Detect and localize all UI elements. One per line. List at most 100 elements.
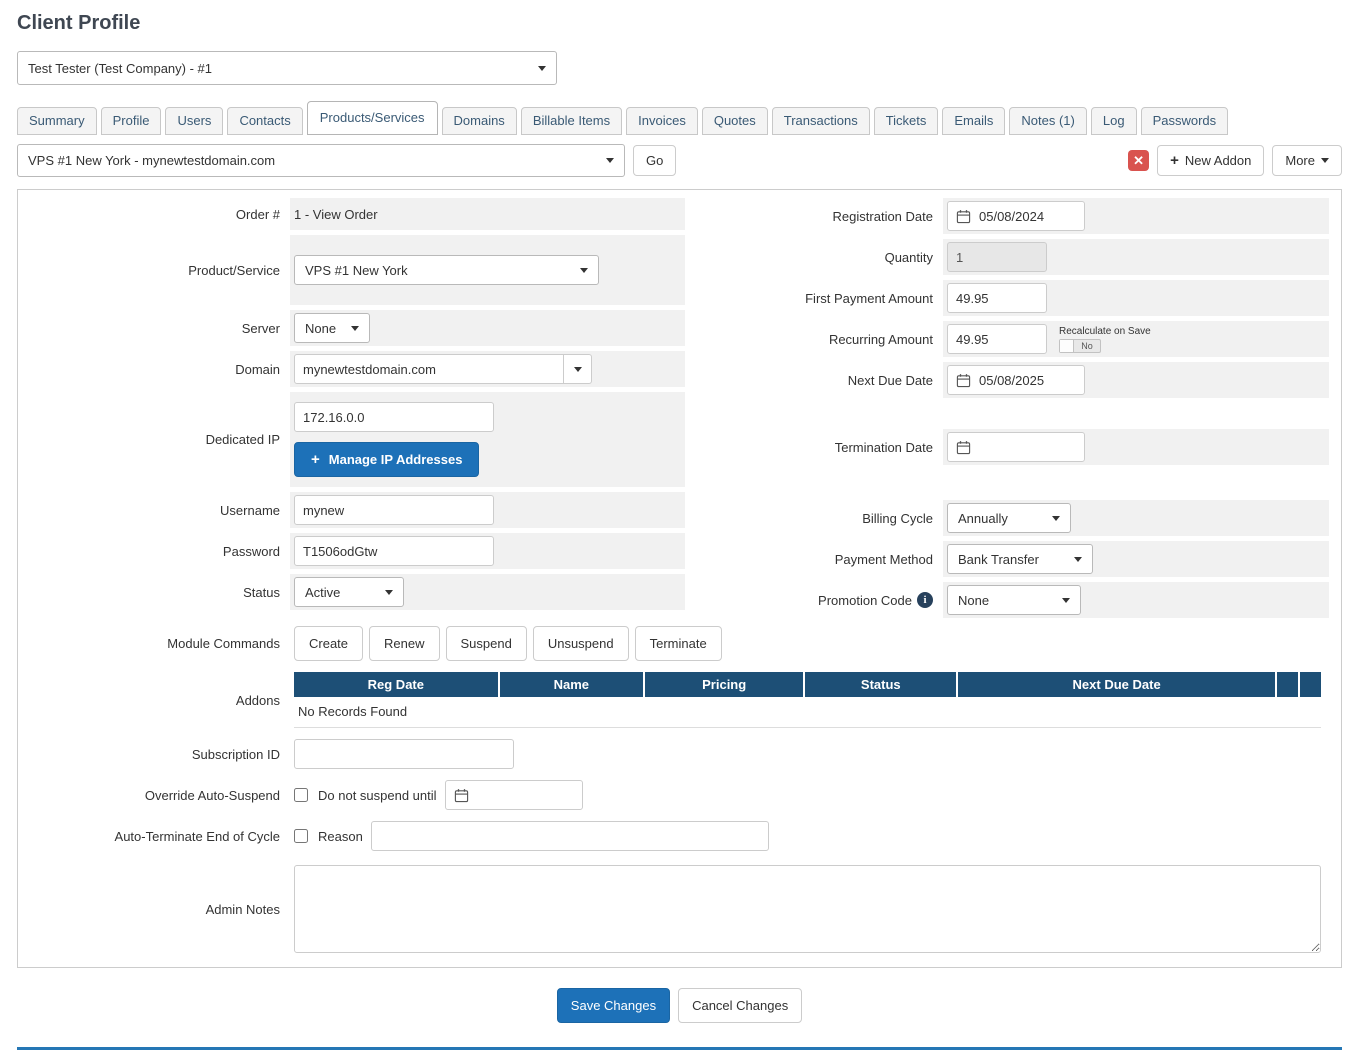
subscription-id-row: Subscription ID (30, 736, 1329, 772)
module-commands-label: Module Commands (30, 623, 290, 664)
form-actions: Save Changes Cancel Changes (17, 968, 1342, 1045)
details-left-column: Order # 1 - View Order Product/Service V… (30, 198, 685, 615)
domain-dropdown-button[interactable] (564, 354, 592, 384)
client-select[interactable]: Test Tester (Test Company) - #1 (17, 51, 557, 85)
tab-transactions[interactable]: Transactions (772, 107, 870, 135)
recalculate-on-save: Recalculate on Save No (1059, 326, 1151, 353)
billing-cycle-label: Billing Cycle (685, 500, 943, 536)
chevron-down-icon (1052, 516, 1060, 521)
subscription-id-label: Subscription ID (30, 736, 290, 772)
addons-row: Addons Reg Date Name Pricing Status Next… (30, 669, 1329, 731)
order-value-link[interactable]: 1 - View Order (294, 207, 378, 222)
manage-ip-label: Manage IP Addresses (329, 452, 463, 467)
tab-tickets[interactable]: Tickets (874, 107, 939, 135)
username-field (290, 492, 685, 528)
domain-input[interactable] (294, 354, 564, 384)
recurring-amount-label: Recurring Amount (685, 321, 943, 357)
admin-notes-field (290, 862, 1329, 956)
service-select[interactable]: VPS #1 New York - mynewtestdomain.com (17, 144, 625, 177)
server-field: None (290, 310, 685, 346)
status-row: Status Active (30, 574, 685, 610)
password-row: Password (30, 533, 685, 569)
order-label: Order # (30, 198, 290, 230)
billing-cycle-value: Annually (958, 511, 1008, 526)
tab-quotes[interactable]: Quotes (702, 107, 768, 135)
product-service-select[interactable]: VPS #1 New York (294, 255, 599, 285)
admin-notes-row: Admin Notes (30, 862, 1329, 956)
override-auto-suspend-row: Override Auto-Suspend Do not suspend unt… (30, 777, 1329, 813)
tab-contacts[interactable]: Contacts (227, 107, 302, 135)
status-select[interactable]: Active (294, 577, 404, 607)
first-payment-amount-input[interactable] (947, 283, 1047, 313)
addons-header-pricing[interactable]: Pricing (645, 672, 803, 697)
server-value: None (305, 321, 336, 336)
first-payment-amount-row: First Payment Amount (685, 280, 1329, 316)
tab-notes[interactable]: Notes (1) (1009, 107, 1086, 135)
go-button[interactable]: Go (633, 145, 676, 176)
addons-header-reg-date[interactable]: Reg Date (294, 672, 498, 697)
suspend-until-date-input[interactable] (445, 780, 583, 810)
payment-method-select[interactable]: Bank Transfer (947, 544, 1093, 574)
tab-products-services[interactable]: Products/Services (307, 101, 438, 135)
billing-cycle-row: Billing Cycle Annually (685, 500, 1329, 536)
recalculate-toggle[interactable]: No (1059, 339, 1101, 353)
delete-service-icon[interactable]: ✕ (1128, 150, 1149, 171)
more-button[interactable]: More (1272, 145, 1342, 176)
tab-invoices[interactable]: Invoices (626, 107, 698, 135)
addons-header-name[interactable]: Name (500, 672, 643, 697)
tab-log[interactable]: Log (1091, 107, 1137, 135)
manage-ip-addresses-button[interactable]: + Manage IP Addresses (294, 442, 479, 477)
tab-passwords[interactable]: Passwords (1141, 107, 1229, 135)
auto-terminate-reason-input[interactable] (371, 821, 769, 851)
module-create-button[interactable]: Create (294, 626, 363, 661)
auto-terminate-checkbox[interactable] (294, 829, 308, 843)
addons-header-next-due-date[interactable]: Next Due Date (958, 672, 1275, 697)
addons-header-status[interactable]: Status (805, 672, 956, 697)
new-addon-button[interactable]: + New Addon (1157, 145, 1264, 176)
product-service-row: Product/Service VPS #1 New York (30, 235, 685, 305)
tab-profile[interactable]: Profile (101, 107, 162, 135)
spacer (685, 470, 1329, 500)
promotion-code-select[interactable]: None (947, 585, 1081, 615)
cancel-changes-button[interactable]: Cancel Changes (678, 988, 802, 1023)
tab-summary[interactable]: Summary (17, 107, 97, 135)
tab-emails[interactable]: Emails (942, 107, 1005, 135)
module-suspend-button[interactable]: Suspend (446, 626, 527, 661)
next-due-date-input[interactable]: 05/08/2025 (947, 365, 1085, 395)
addons-field: Reg Date Name Pricing Status Next Due Da… (290, 669, 1329, 731)
addons-empty-message: No Records Found (294, 697, 1321, 728)
dedicated-ip-label: Dedicated IP (30, 392, 290, 487)
module-commands-field: Create Renew Suspend Unsuspend Terminate (290, 623, 1329, 664)
promotion-code-label: Promotion Code i (685, 582, 943, 618)
dedicated-ip-input[interactable] (294, 402, 494, 432)
tab-users[interactable]: Users (165, 107, 223, 135)
module-unsuspend-button[interactable]: Unsuspend (533, 626, 629, 661)
calendar-icon (956, 373, 971, 388)
admin-notes-textarea[interactable] (294, 865, 1321, 953)
registration-date-input[interactable]: 05/08/2024 (947, 201, 1085, 231)
status-value: Active (305, 585, 340, 600)
tab-billable-items[interactable]: Billable Items (521, 107, 622, 135)
module-terminate-button[interactable]: Terminate (635, 626, 722, 661)
quantity-input[interactable] (947, 242, 1047, 272)
info-icon[interactable]: i (917, 592, 933, 608)
client-profile-page: Client Profile Test Tester (Test Company… (0, 0, 1359, 1050)
password-input[interactable] (294, 536, 494, 566)
subscription-id-input[interactable] (294, 739, 514, 769)
next-due-date-field: 05/08/2025 (943, 362, 1329, 398)
quantity-label: Quantity (685, 239, 943, 275)
recurring-amount-input[interactable] (947, 324, 1047, 354)
save-changes-button[interactable]: Save Changes (557, 988, 670, 1023)
server-select[interactable]: None (294, 313, 370, 343)
do-not-suspend-label: Do not suspend until (318, 788, 437, 803)
termination-date-input[interactable] (947, 432, 1085, 462)
service-details-panel: Order # 1 - View Order Product/Service V… (17, 189, 1342, 968)
module-renew-button[interactable]: Renew (369, 626, 439, 661)
tab-domains[interactable]: Domains (442, 107, 517, 135)
username-input[interactable] (294, 495, 494, 525)
do-not-suspend-checkbox[interactable] (294, 788, 308, 802)
billing-cycle-select[interactable]: Annually (947, 503, 1071, 533)
quantity-field (943, 239, 1329, 275)
chevron-down-icon (538, 66, 546, 71)
client-select-value: Test Tester (Test Company) - #1 (28, 61, 212, 76)
